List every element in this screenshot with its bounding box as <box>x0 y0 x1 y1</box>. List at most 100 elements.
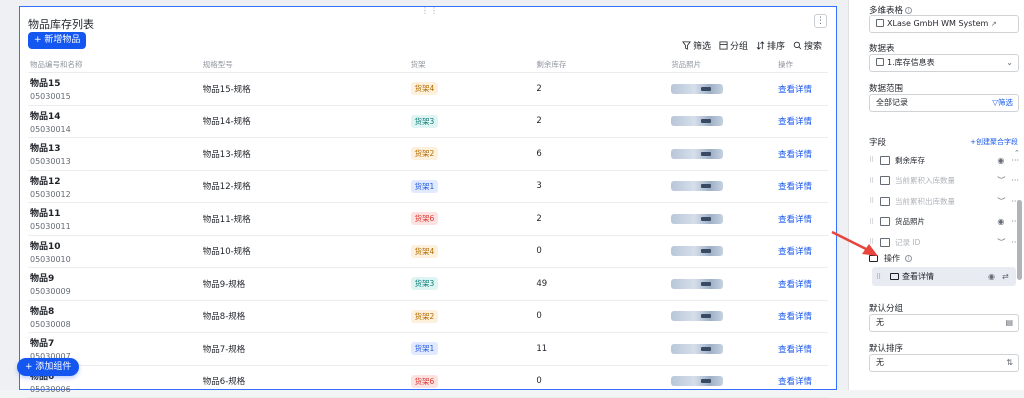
table-row[interactable]: 物品12 05030012 物品12-规格 货架1 3 查看详情 <box>28 171 828 204</box>
eye-off-icon[interactable]: ︶ <box>997 237 1011 248</box>
table-row[interactable]: 物品13 05030013 物品13-规格 货架2 6 查看详情 <box>28 138 828 171</box>
view-details-link[interactable]: 查看详情 <box>778 247 812 257</box>
stock-value: 2 <box>536 214 671 224</box>
field-name: 当前累积入库数量 <box>895 175 997 186</box>
item-photo-thumbnail[interactable] <box>671 279 723 289</box>
data-range-select[interactable]: 全部记录▽筛选 <box>869 94 1019 112</box>
table-row[interactable]: 物品14 05030014 物品14-规格 货架3 2 查看详情 <box>28 106 828 139</box>
eye-off-icon[interactable]: ︶ <box>997 196 1011 207</box>
table-row[interactable]: 物品8 05030008 物品8-规格 货架2 0 查看详情 <box>28 301 828 334</box>
item-name-cell: 物品12 05030012 <box>28 174 203 199</box>
drag-grip-icon[interactable]: ⠿ <box>869 238 877 246</box>
field-item[interactable]: ⠿ 当前累积入库数量 ︶ ··· <box>869 171 1019 191</box>
item-photo-thumbnail[interactable] <box>671 149 723 159</box>
shelf-cell: 货架1 <box>411 180 537 193</box>
item-photo-thumbnail[interactable] <box>671 181 723 191</box>
view-details-link[interactable]: 查看详情 <box>778 150 812 160</box>
view-details-link[interactable]: 查看详情 <box>778 85 812 95</box>
eye-icon[interactable]: ◉ <box>988 272 1002 281</box>
table-row[interactable]: 物品10 05030010 物品10-规格 货架4 0 查看详情 <box>28 236 828 269</box>
panel-scrollbar[interactable] <box>1017 200 1022 280</box>
data-table-label: 数据表 <box>869 42 895 54</box>
drag-grip-icon[interactable]: ⠿ <box>876 273 890 281</box>
shelf-tag: 货架1 <box>411 342 439 355</box>
eye-icon[interactable]: ◉ <box>997 217 1011 226</box>
drag-grip-icon[interactable]: ⠿ <box>869 197 877 205</box>
item-code: 05030009 <box>30 287 203 296</box>
table-row[interactable]: 物品6 05030006 物品6-规格 货架6 0 查看详情 <box>28 366 828 398</box>
default-group-select[interactable]: 无▤ <box>869 314 1019 332</box>
photo-cell <box>671 246 778 256</box>
eye-off-icon[interactable]: ︶ <box>997 175 1011 186</box>
default-sort-select[interactable]: 无⇅ <box>869 354 1019 372</box>
field-name: 货品照片 <box>895 216 997 227</box>
item-photo-thumbnail[interactable] <box>671 84 723 94</box>
item-code: 05030015 <box>30 92 203 101</box>
view-details-link[interactable]: 查看详情 <box>778 117 812 127</box>
table-row[interactable]: 物品9 05030009 物品9-规格 货架3 49 查看详情 <box>28 268 828 301</box>
more-options-icon[interactable]: ⋮ <box>814 14 827 28</box>
shelf-cell: 货架2 <box>411 310 537 323</box>
view-details-link[interactable]: 查看详情 <box>778 280 812 290</box>
drag-grip-icon[interactable]: ⠿ <box>869 156 877 164</box>
shelf-cell: 货架4 <box>411 245 537 258</box>
stock-value: 2 <box>536 116 671 126</box>
add-item-button[interactable]: + 新增物品 <box>28 32 86 49</box>
operation-item-view-details[interactable]: ⠿ 查看详情 ◉ ⇄ <box>872 267 1016 286</box>
more-icon[interactable]: ··· <box>1011 156 1019 165</box>
swap-icon[interactable]: ⇄ <box>1002 272 1016 281</box>
more-icon[interactable]: ··· <box>1011 176 1019 185</box>
item-photo-thumbnail[interactable] <box>671 344 723 354</box>
filter-label: 筛选 <box>693 39 711 52</box>
multi-table-select[interactable]: XLase GmbH WM System ↗ <box>869 15 1019 33</box>
drag-grip-icon[interactable]: ⠿ <box>869 177 877 185</box>
item-name: 物品14 <box>30 109 203 122</box>
item-name-cell: 物品9 05030009 <box>28 271 203 296</box>
photo-cell <box>671 214 778 224</box>
photo-cell <box>671 181 778 191</box>
table-row[interactable]: 物品15 05030015 物品15-规格 货架4 2 查看详情 <box>28 73 828 106</box>
inventory-table: 物品编号和名称 规格型号 货架 剩余库存 货品照片 操作 物品15 050300… <box>28 56 828 398</box>
item-photo-thumbnail[interactable] <box>671 214 723 224</box>
filter-button[interactable]: 筛选 <box>682 39 711 52</box>
external-link-icon[interactable]: ↗ <box>991 20 997 28</box>
view-details-link[interactable]: 查看详情 <box>778 377 812 387</box>
field-item[interactable]: ⠿ 货品照片 ◉ ··· <box>869 212 1019 232</box>
drag-grip-icon[interactable]: ⠿ <box>869 218 877 226</box>
drag-handle-icon[interactable]: ⋮⋮ <box>421 6 439 15</box>
field-item[interactable]: ⠿ 剩余库存 ◉ ··· <box>869 150 1019 170</box>
field-item[interactable]: ⠿ 当前累积出库数量 ︶ ··· <box>869 191 1019 211</box>
item-name-cell: 物品14 05030014 <box>28 109 203 134</box>
create-aggregate-field-button[interactable]: +创建聚合字段 <box>970 137 1018 147</box>
group-icon: ▤ <box>1005 315 1013 331</box>
table-row[interactable]: 物品7 05030007 物品7-规格 货架1 11 查看详情 <box>28 333 828 366</box>
add-component-button[interactable]: + 添加组件 <box>17 358 79 376</box>
view-details-link[interactable]: 查看详情 <box>778 182 812 192</box>
item-spec: 物品9-规格 <box>203 278 411 290</box>
shelf-tag: 货架4 <box>411 82 439 95</box>
table-row[interactable]: 物品11 05030011 物品11-规格 货架6 2 查看详情 <box>28 203 828 236</box>
photo-cell <box>671 344 778 354</box>
view-details-link[interactable]: 查看详情 <box>778 215 812 225</box>
view-details-link[interactable]: 查看详情 <box>778 312 812 322</box>
item-photo-thumbnail[interactable] <box>671 246 723 256</box>
inventory-list-card[interactable]: ⋮⋮ 物品库存列表 ⋮ + 新增物品 筛选 分组 排序 搜索 物品编号和名称 规… <box>19 6 837 390</box>
data-range-filter-button[interactable]: ▽筛选 <box>992 95 1013 111</box>
item-photo-thumbnail[interactable] <box>671 311 723 321</box>
eye-icon[interactable]: ◉ <box>997 156 1011 165</box>
search-button[interactable]: 搜索 <box>793 39 822 52</box>
field-item[interactable]: ⠿ 记录 ID ︶ ··· <box>869 232 1019 252</box>
photo-cell <box>671 376 778 386</box>
item-photo-thumbnail[interactable] <box>671 116 723 126</box>
field-type-icon <box>880 156 890 165</box>
view-details-link[interactable]: 查看详情 <box>778 345 812 355</box>
list-toolbar: 筛选 分组 排序 搜索 <box>682 39 822 52</box>
data-table-select[interactable]: 1.库存信息表⌄ <box>869 54 1019 72</box>
group-button[interactable]: 分组 <box>719 39 748 52</box>
field-type-icon <box>880 197 890 206</box>
field-name: 剩余库存 <box>895 155 997 166</box>
group-icon <box>719 41 728 50</box>
sort-button[interactable]: 排序 <box>756 39 785 52</box>
stock-value: 49 <box>536 279 671 289</box>
item-photo-thumbnail[interactable] <box>671 376 723 386</box>
